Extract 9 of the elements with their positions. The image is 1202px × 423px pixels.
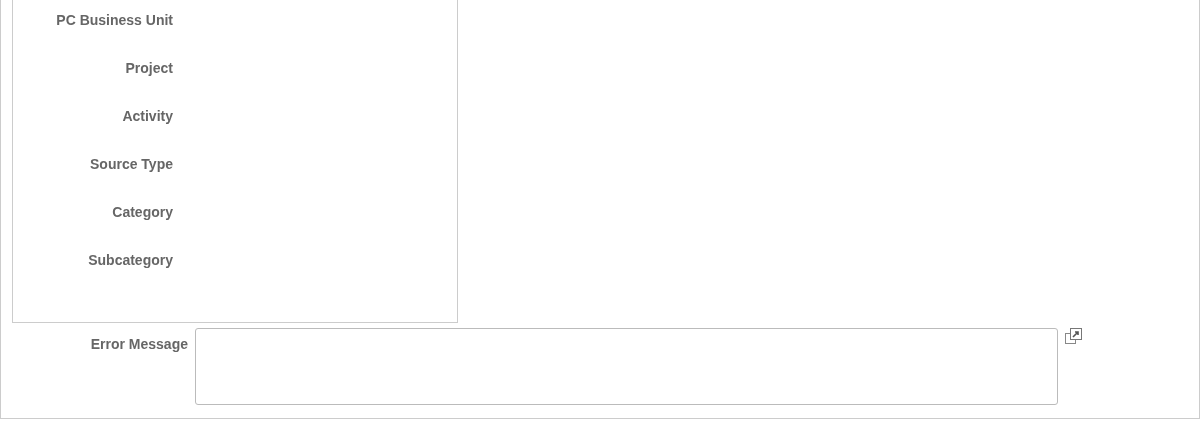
field-label: Source Type (90, 156, 173, 172)
field-label: Error Message (90, 336, 188, 352)
field-label: Project (125, 60, 173, 76)
field-label: Subcategory (88, 252, 173, 268)
error-message-field[interactable] (195, 328, 1058, 405)
field-label: PC Business Unit (56, 12, 173, 28)
expand-icon[interactable] (1065, 328, 1082, 345)
field-label: Category (112, 204, 173, 220)
field-label: Activity (122, 108, 173, 124)
